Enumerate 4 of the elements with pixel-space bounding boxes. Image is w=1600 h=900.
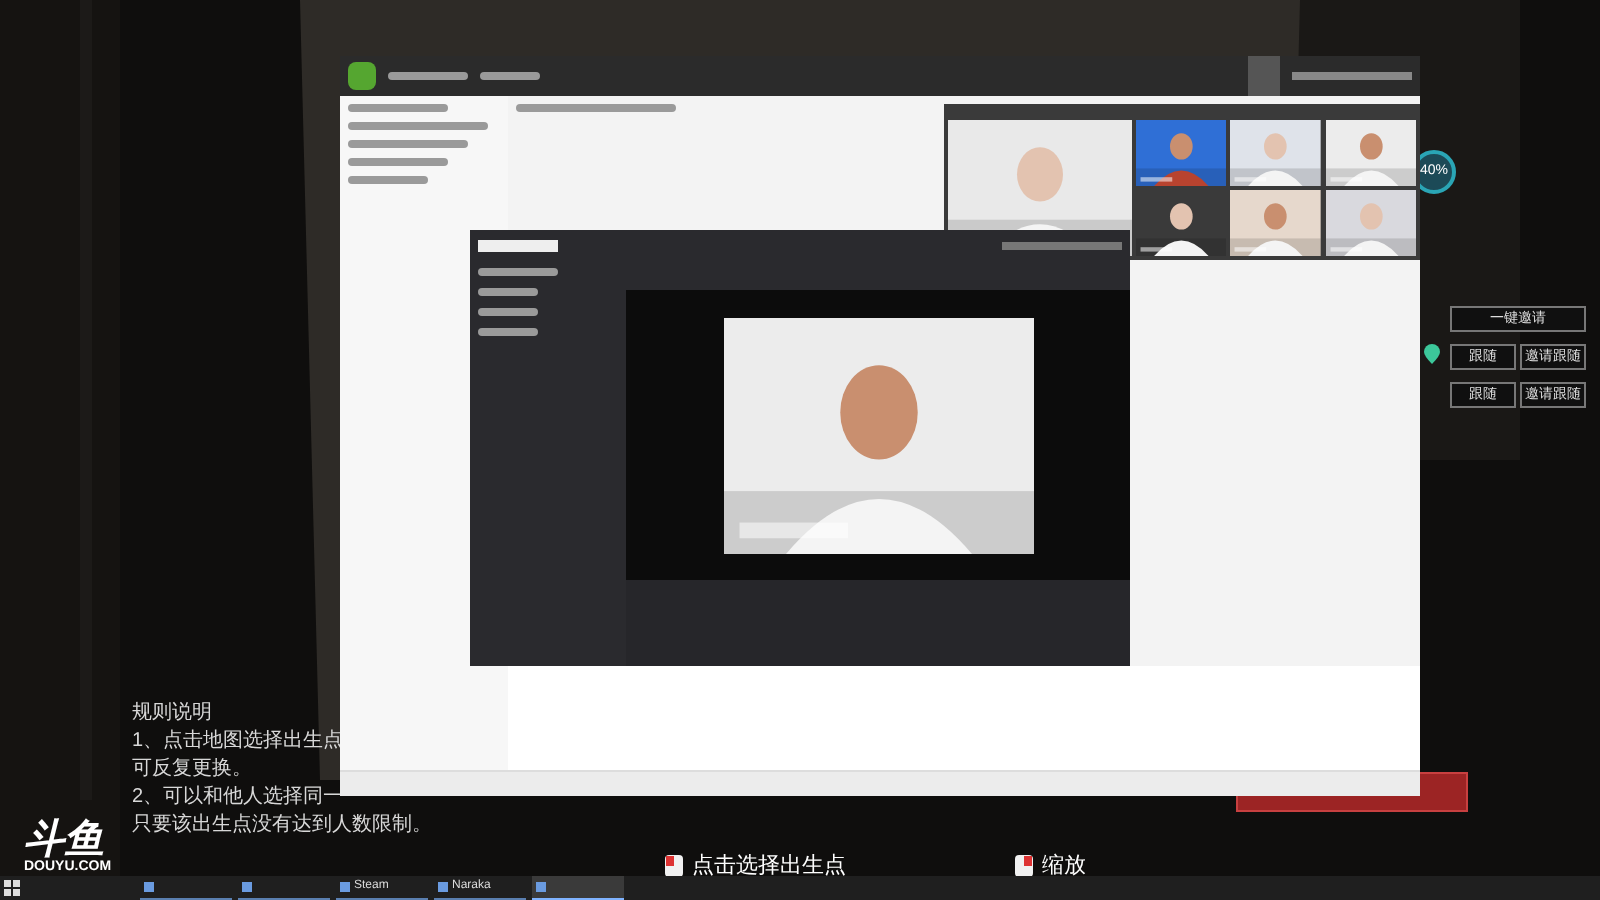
taskbar-item[interactable] [238,876,330,900]
taskbar-item[interactable] [532,876,624,900]
start-icon[interactable] [4,880,20,896]
taskbar-item[interactable] [140,876,232,900]
